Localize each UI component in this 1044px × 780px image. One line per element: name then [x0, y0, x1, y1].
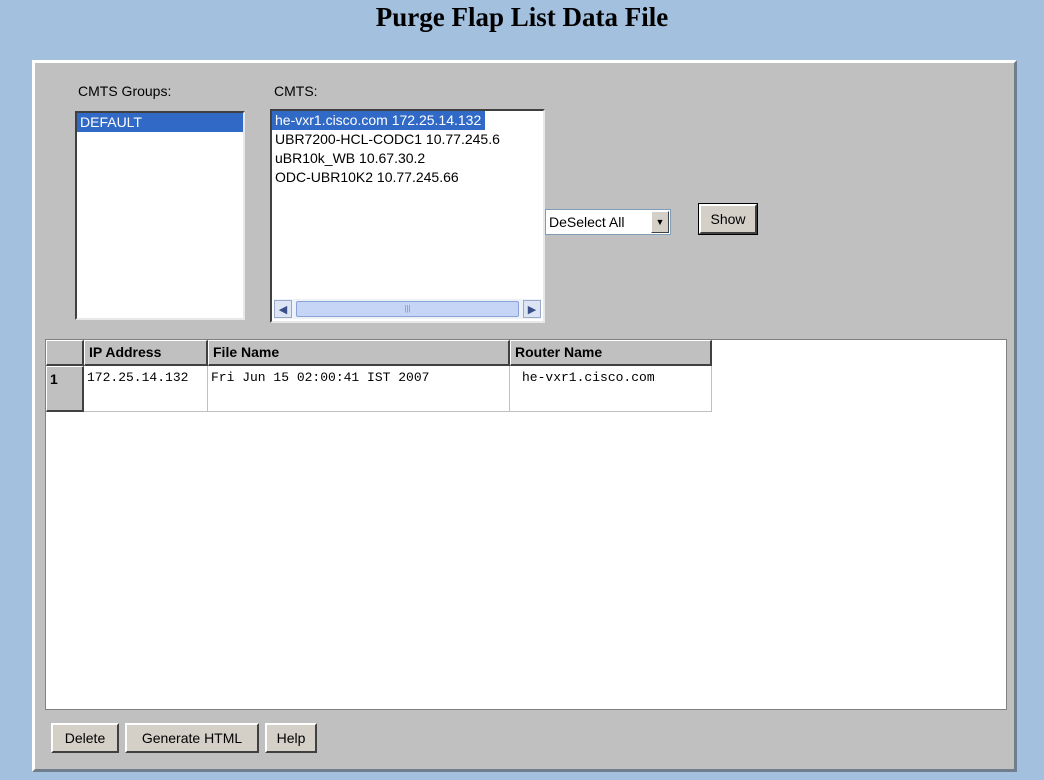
selection-dropdown-value: DeSelect All [549, 214, 625, 230]
table-header-index [46, 340, 84, 366]
main-panel: CMTS Groups: DEFAULT CMTS: he-vxr1.cisco… [32, 60, 1017, 772]
table-header-router-name[interactable]: Router Name [510, 340, 712, 366]
results-table: IP Address File Name Router Name 1 172.2… [45, 339, 1007, 710]
row-index[interactable]: 1 [46, 366, 84, 412]
selection-dropdown[interactable]: DeSelect All ▼ [545, 209, 671, 235]
cell-file-name[interactable]: Fri Jun 15 02:00:41 IST 2007 [208, 366, 510, 412]
cmts-group-option-default[interactable]: DEFAULT [77, 113, 243, 132]
cmts-option[interactable]: ODC-UBR10K2 10.77.245.66 [272, 168, 543, 187]
generate-html-button[interactable]: Generate HTML [125, 723, 259, 753]
page-title: Purge Flap List Data File [375, 2, 669, 32]
table-header-ip-address[interactable]: IP Address [84, 340, 208, 366]
chevron-down-icon[interactable]: ▼ [651, 211, 669, 233]
scrollbar-thumb[interactable]: ||| [296, 301, 519, 317]
show-button[interactable]: Show [698, 203, 758, 235]
delete-button[interactable]: Delete [51, 723, 119, 753]
cmts-groups-list[interactable]: DEFAULT [75, 111, 245, 320]
table-row[interactable]: 1 172.25.14.132 Fri Jun 15 02:00:41 IST … [46, 366, 712, 412]
cmts-groups-label: CMTS Groups: [78, 83, 172, 99]
cmts-option[interactable]: he-vxr1.cisco.com 172.25.14.132 [272, 111, 486, 130]
cell-ip-address[interactable]: 172.25.14.132 [84, 366, 208, 412]
table-header-row: IP Address File Name Router Name [46, 340, 712, 366]
cmts-list[interactable]: he-vxr1.cisco.com 172.25.14.132 UBR7200-… [270, 109, 545, 323]
scroll-right-icon[interactable]: ▶ [523, 300, 541, 318]
cmts-option[interactable]: uBR10k_WB 10.67.30.2 [272, 149, 543, 168]
cmts-option[interactable]: UBR7200-HCL-CODC1 10.77.245.6 [272, 130, 543, 149]
cell-router-name[interactable]: he-vxr1.cisco.com [510, 366, 712, 412]
scroll-left-icon[interactable]: ◀ [274, 300, 292, 318]
help-button[interactable]: Help [265, 723, 317, 753]
cmts-horizontal-scrollbar[interactable]: ◀ ||| ▶ [274, 299, 541, 319]
table-header-file-name[interactable]: File Name [208, 340, 510, 366]
cmts-label: CMTS: [274, 83, 318, 99]
